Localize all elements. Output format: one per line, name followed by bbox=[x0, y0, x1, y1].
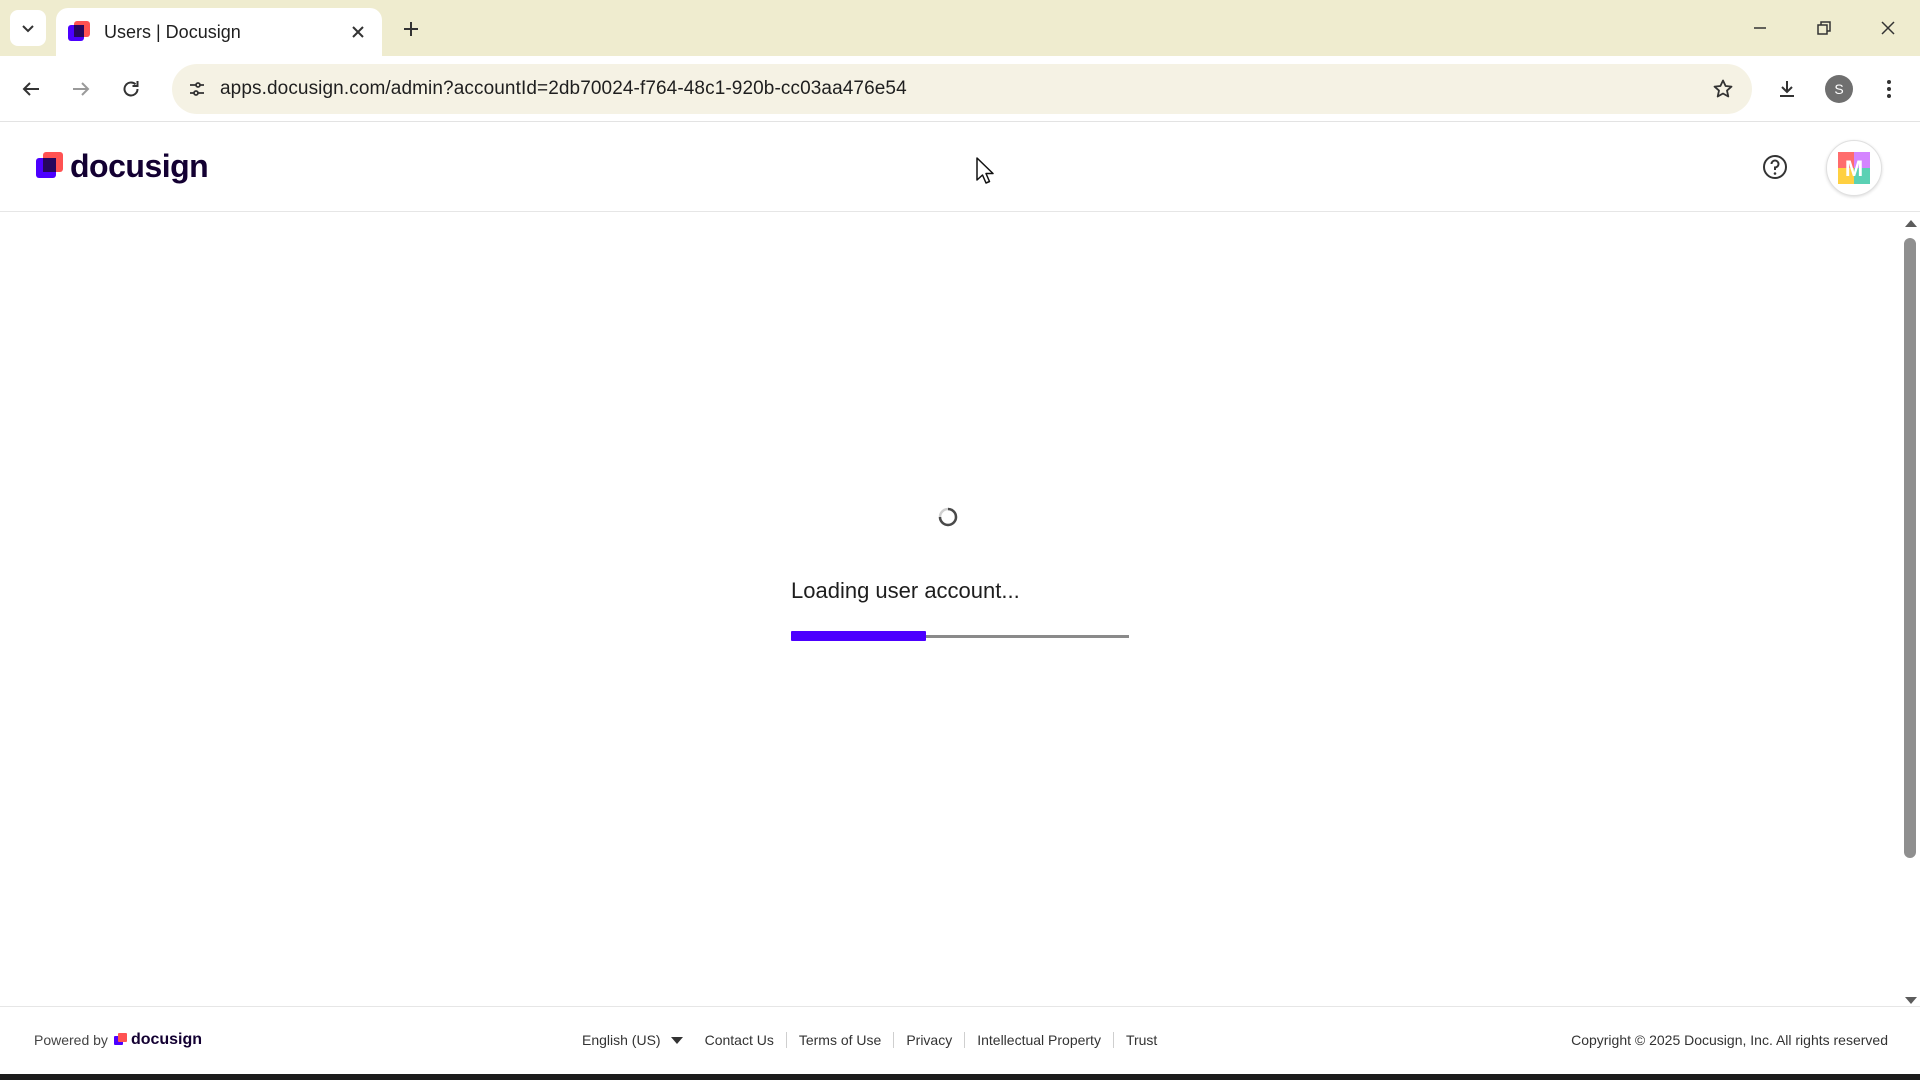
scroll-up-arrow-icon[interactable] bbox=[1905, 220, 1917, 227]
close-icon bbox=[352, 26, 364, 38]
scrollbar-thumb[interactable] bbox=[1904, 238, 1916, 858]
language-selector[interactable]: English (US) bbox=[582, 1032, 683, 1048]
tab-search-button[interactable] bbox=[10, 10, 46, 46]
footer-link-trust[interactable]: Trust bbox=[1112, 1032, 1169, 1048]
profile-avatar: S bbox=[1825, 75, 1853, 103]
downloads-button[interactable] bbox=[1768, 70, 1806, 108]
app-header: docusign M bbox=[0, 122, 1920, 212]
back-button[interactable] bbox=[12, 70, 50, 108]
window-close-button[interactable] bbox=[1868, 10, 1908, 46]
language-label: English (US) bbox=[582, 1032, 661, 1048]
docusign-mini-mark-icon bbox=[113, 1033, 128, 1047]
avatar-initial: M bbox=[1845, 156, 1863, 181]
url-text[interactable]: apps.docusign.com/admin?accountId=2db700… bbox=[220, 78, 907, 100]
chevron-down-icon bbox=[22, 25, 34, 33]
powered-by-logo-text: docusign bbox=[130, 1031, 203, 1048]
help-button[interactable] bbox=[1758, 150, 1792, 184]
minimize-icon bbox=[1754, 27, 1766, 29]
bottom-edge-bar bbox=[0, 1074, 1920, 1080]
docusign-favicon-icon bbox=[68, 21, 90, 43]
browser-tabstrip: Users | Docusign bbox=[0, 0, 1920, 56]
address-bar[interactable]: apps.docusign.com/admin?accountId=2db700… bbox=[172, 64, 1752, 114]
user-avatar-icon: M bbox=[1838, 152, 1870, 184]
tab-title: Users | Docusign bbox=[104, 21, 241, 42]
help-circle-icon bbox=[1763, 155, 1787, 179]
browser-toolbar: apps.docusign.com/admin?accountId=2db700… bbox=[0, 56, 1920, 122]
tab-close-button[interactable] bbox=[346, 20, 370, 44]
browser-menu-button[interactable] bbox=[1870, 70, 1908, 108]
footer-link-privacy[interactable]: Privacy bbox=[893, 1032, 964, 1048]
star-icon bbox=[1713, 79, 1733, 98]
caret-down-icon bbox=[670, 1036, 683, 1044]
download-icon bbox=[1780, 81, 1794, 97]
window-minimize-button[interactable] bbox=[1740, 10, 1780, 46]
site-info-button[interactable] bbox=[180, 72, 214, 106]
browser-tab-active[interactable]: Users | Docusign bbox=[56, 8, 382, 56]
powered-by: Powered by docusign bbox=[34, 1031, 202, 1049]
footer-link-contact-us[interactable]: Contact Us bbox=[705, 1032, 786, 1048]
bookmark-button[interactable] bbox=[1706, 72, 1740, 106]
more-vertical-icon bbox=[1887, 80, 1891, 98]
close-icon bbox=[1881, 21, 1895, 35]
mouse-cursor-icon bbox=[976, 157, 994, 184]
reload-icon bbox=[123, 81, 139, 97]
footer-link-terms-of-use[interactable]: Terms of Use bbox=[785, 1032, 893, 1048]
user-avatar-button[interactable]: M bbox=[1826, 140, 1882, 196]
powered-by-label: Powered by bbox=[34, 1032, 108, 1048]
logo-text: docusign bbox=[70, 148, 209, 184]
copyright-text: Copyright © 2025 Docusign, Inc. All righ… bbox=[1571, 1032, 1888, 1048]
tune-icon bbox=[190, 82, 204, 96]
loading-progress-bar bbox=[791, 631, 1129, 641]
loading-progress-fill bbox=[791, 631, 927, 641]
new-tab-button[interactable] bbox=[396, 14, 426, 44]
scroll-down-arrow-icon[interactable] bbox=[1905, 997, 1917, 1004]
arrow-left-icon bbox=[22, 82, 39, 96]
spinner-icon bbox=[938, 507, 958, 527]
arrow-right-icon bbox=[73, 82, 90, 96]
docusign-logo[interactable]: docusign bbox=[34, 148, 209, 185]
reload-button[interactable] bbox=[112, 70, 150, 108]
plus-icon bbox=[404, 22, 418, 36]
footer-links: English (US) Contact Us Terms of Use Pri… bbox=[582, 1032, 1169, 1048]
footer-link-intellectual-property[interactable]: Intellectual Property bbox=[964, 1032, 1113, 1048]
docusign-mark-icon bbox=[34, 151, 64, 182]
app-footer: Powered by docusign English (US) Contact… bbox=[0, 1006, 1920, 1074]
profile-button[interactable]: S bbox=[1820, 70, 1858, 108]
restore-icon bbox=[1817, 21, 1831, 35]
loading-message: Loading user account... bbox=[791, 578, 1020, 603]
page-scrollbar[interactable] bbox=[1900, 212, 1920, 1006]
window-restore-button[interactable] bbox=[1804, 10, 1844, 46]
forward-button[interactable] bbox=[62, 70, 100, 108]
